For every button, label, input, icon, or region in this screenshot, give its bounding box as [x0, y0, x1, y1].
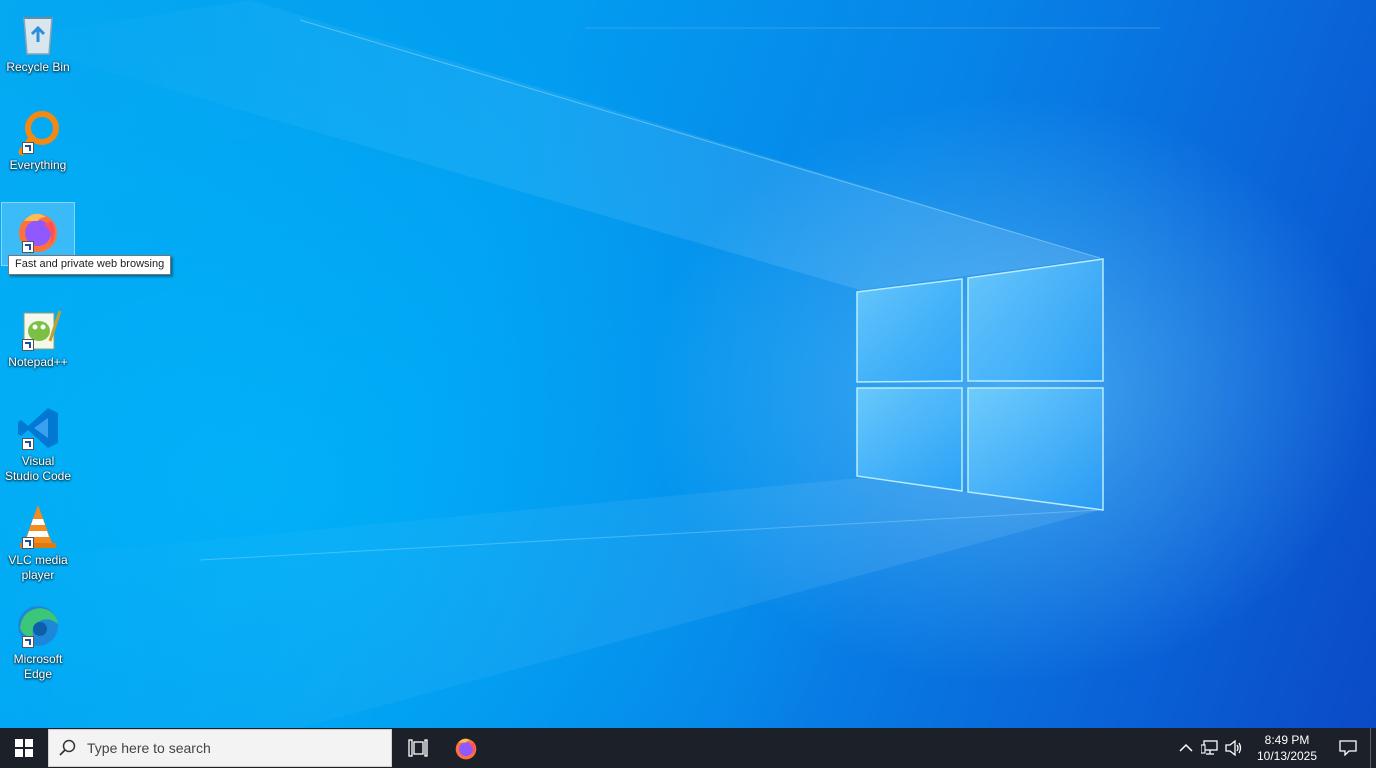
clock-date: 10/13/2025: [1256, 749, 1318, 763]
desktop-icon-label: VLC media player: [8, 553, 68, 582]
task-view-icon: [408, 739, 428, 757]
edge-icon: [14, 602, 62, 650]
shortcut-arrow-icon: [22, 636, 34, 648]
shortcut-arrow-icon: [22, 537, 34, 549]
volume-icon[interactable]: [1222, 728, 1246, 768]
desktop-icon-edge[interactable]: Microsoft Edge: [2, 598, 74, 682]
task-view-button[interactable]: [394, 728, 442, 768]
desktop-icon-label: Visual Studio Code: [4, 454, 72, 483]
network-icon[interactable]: [1198, 728, 1222, 768]
search-icon: [49, 739, 87, 757]
desktop-icon-label: Microsoft Edge: [13, 652, 63, 681]
desktop-icon-notepad-plus-plus[interactable]: Notepad++: [2, 301, 74, 370]
clock[interactable]: 8:49 PM 10/13/2025: [1252, 732, 1322, 764]
desktop-icon-recycle-bin[interactable]: Recycle Bin: [2, 6, 74, 75]
windows-logo-icon: [15, 739, 33, 757]
recycle-bin-icon: [14, 10, 62, 58]
show-desktop-button[interactable]: [1370, 728, 1376, 768]
desktop-icon-everything[interactable]: Everything: [2, 104, 74, 173]
desktop-wallpaper: [0, 0, 1376, 728]
tooltip: Fast and private web browsing: [8, 255, 172, 275]
search-placeholder: Type here to search: [87, 740, 211, 756]
start-button[interactable]: [0, 728, 48, 768]
desktop-icon-label: Recycle Bin: [6, 60, 70, 74]
notification-icon[interactable]: [1326, 728, 1370, 768]
desktop-icon-vlc[interactable]: VLC media player: [2, 499, 74, 583]
chevron-up-icon[interactable]: [1174, 728, 1198, 768]
taskbar: Type here to search 8:49 PM 10/13/2025: [0, 728, 1376, 768]
firefox-icon: [455, 738, 477, 760]
shortcut-arrow-icon: [22, 241, 34, 253]
clock-time: 8:49 PM: [1264, 733, 1310, 747]
shortcut-arrow-icon: [22, 142, 34, 154]
system-tray: 8:49 PM 10/13/2025: [1174, 728, 1376, 768]
everything-search-icon: [14, 108, 62, 156]
desktop-icon-vscode[interactable]: Visual Studio Code: [2, 400, 74, 484]
desktop-icon-label: Everything: [9, 158, 67, 172]
search-box[interactable]: Type here to search: [48, 729, 392, 767]
shortcut-arrow-icon: [22, 339, 34, 351]
desktop-icon-label: Notepad++: [8, 355, 68, 369]
notepad-plus-plus-icon: [14, 305, 62, 353]
vlc-icon: [14, 503, 62, 551]
taskbar-firefox-button[interactable]: [442, 728, 490, 768]
shortcut-arrow-icon: [22, 438, 34, 450]
firefox-icon: [14, 207, 62, 255]
vscode-icon: [14, 404, 62, 452]
